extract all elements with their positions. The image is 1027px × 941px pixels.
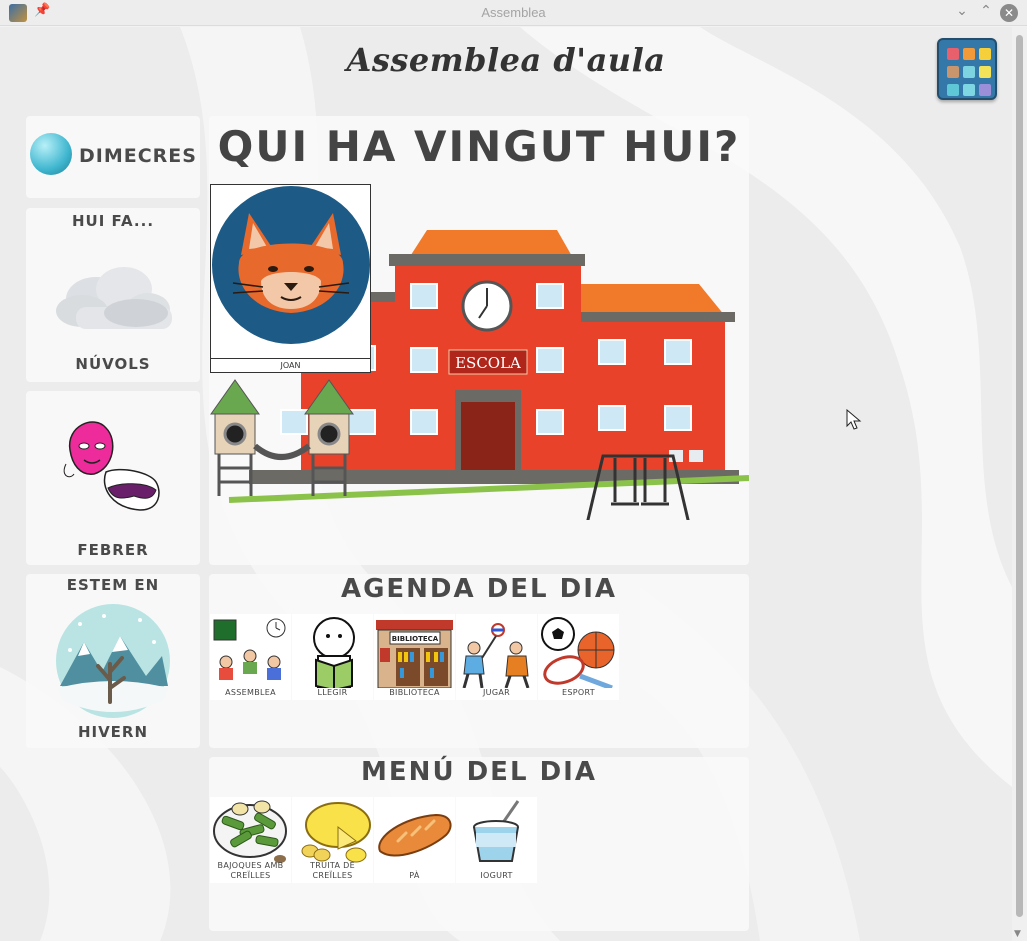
day-panel[interactable]: DIMECRES [26, 116, 200, 198]
menu-item-pa[interactable]: PÀ [374, 797, 455, 883]
carnival-masks-icon [63, 421, 160, 511]
window-title: Assemblea [481, 5, 546, 20]
agenda-item-label: ESPORT [562, 688, 595, 697]
scrollbar-thumb[interactable] [1016, 35, 1023, 917]
agenda-item-assemblea[interactable]: ASSEMBLEA [210, 614, 291, 700]
close-icon[interactable]: ✕ [1000, 4, 1018, 22]
library-icon: BIBLIOTECA [376, 620, 453, 688]
menu-item-label: IOGURT [480, 871, 513, 880]
agenda-item-biblioteca[interactable]: BIBLIOTECA BIBLIOTECA [374, 614, 455, 700]
agenda-item-label: LLEGIR [317, 688, 348, 697]
reading-icon [313, 617, 355, 688]
fox-icon [212, 186, 370, 344]
student-name: JOAN [211, 358, 370, 372]
cloud-icon [56, 267, 172, 329]
menu-item-label: TRUITA DE CREÏLLES [310, 861, 355, 880]
apps-grid-icon [947, 48, 959, 60]
weather-label: NÚVOLS [75, 355, 151, 373]
agenda-item-label: JUGAR [483, 688, 510, 697]
agenda-panel[interactable]: AGENDA DEL DIA ASSEMBLEA LLEGIR BIBLIOTE… [209, 574, 749, 748]
yogurt-icon [473, 800, 520, 862]
month-panel[interactable]: FEBRER [26, 391, 200, 565]
vertical-scrollbar[interactable]: ▼ [1012, 27, 1027, 941]
mouse-cursor-icon [846, 409, 862, 430]
bread-icon [378, 813, 452, 857]
playing-icon [462, 623, 530, 688]
agenda-item-esport[interactable]: ESPORT [538, 614, 619, 700]
menu-item-bajoques[interactable]: BAJOQUES AMB CREÏLLES [210, 797, 291, 883]
assembly-icon [213, 618, 286, 680]
attendance-panel[interactable]: QUI HA VINGUT HUI? ESCOLA JOAN [209, 116, 749, 565]
winter-tree-icon [56, 604, 170, 718]
sports-icon [541, 617, 615, 688]
menu-item-truita[interactable]: TRUITA DE CREÏLLES [292, 797, 373, 883]
menu-item-label: PÀ [409, 871, 420, 880]
maximize-icon[interactable]: ⌃ [976, 3, 996, 19]
weather-heading: HUI FA... [71, 212, 155, 230]
omelette-icon [301, 802, 371, 863]
season-panel[interactable]: ESTEM EN HIVERN [26, 574, 200, 748]
agenda-item-label: BIBLIOTECA [389, 688, 440, 697]
season-heading: ESTEM EN [66, 576, 160, 594]
day-label: DIMECRES [79, 145, 197, 167]
season-label: HIVERN [77, 723, 149, 741]
svg-text:ESCOLA: ESCOLA [455, 354, 521, 372]
page-title: Assemblea d'aula [346, 41, 666, 79]
weather-panel[interactable]: HUI FA... NÚVOLS [26, 208, 200, 382]
minimize-icon[interactable]: ⌄ [952, 3, 972, 19]
board-canvas: Assemblea d'aula DIMECRES HUI FA... NÚVO… [0, 27, 1012, 941]
window-titlebar: 📌 Assemblea ⌄ ⌃ ✕ [0, 0, 1027, 26]
green-beans-icon [213, 800, 287, 863]
attendance-heading: QUI HA VINGUT HUI? [217, 122, 741, 171]
menu-panel[interactable]: MENÚ DEL DIA BAJOQUES AMB CREÏLLES TRUIT… [209, 757, 749, 931]
student-card-joan[interactable]: JOAN [210, 184, 371, 373]
menu-item-iogurt[interactable]: IOGURT [456, 797, 537, 883]
month-label: FEBRER [77, 541, 149, 559]
agenda-item-jugar[interactable]: JUGAR [456, 614, 537, 700]
apps-menu-button[interactable] [937, 38, 997, 100]
agenda-heading: AGENDA DEL DIA [340, 574, 618, 604]
day-color-icon [30, 133, 72, 175]
menu-item-label: BAJOQUES AMB CREÏLLES [217, 861, 284, 880]
svg-text:BIBLIOTECA: BIBLIOTECA [392, 635, 439, 643]
agenda-item-label: ASSEMBLEA [225, 688, 276, 697]
menu-heading: MENÚ DEL DIA [361, 757, 597, 787]
scroll-down-icon[interactable]: ▼ [1014, 929, 1021, 939]
agenda-item-llegir[interactable]: LLEGIR [292, 614, 373, 700]
